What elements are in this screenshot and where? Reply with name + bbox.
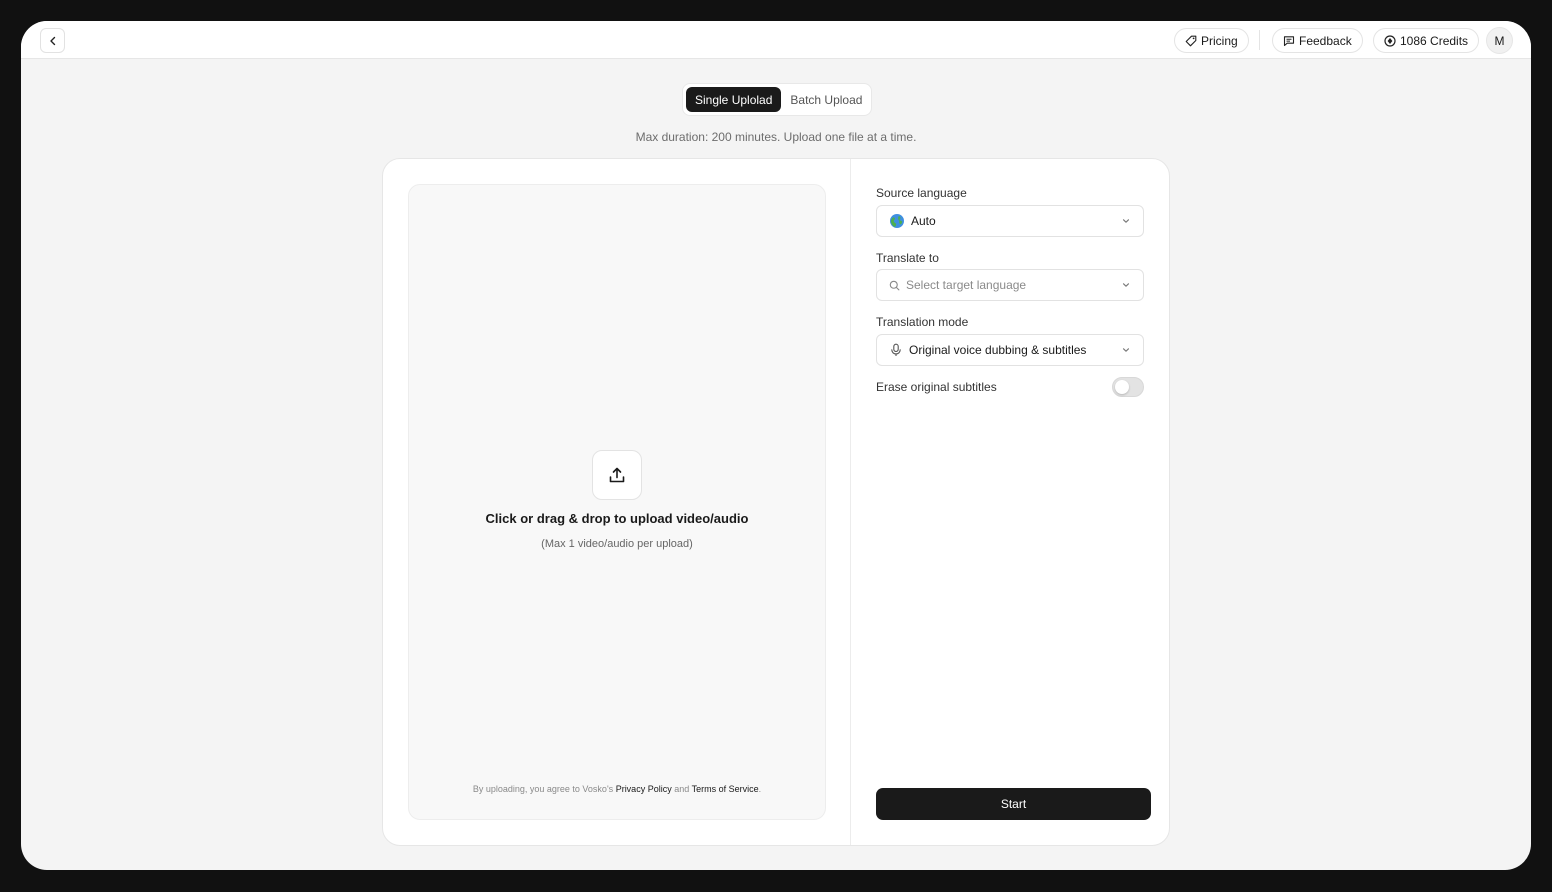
- chevron-down-icon: [1122, 219, 1130, 223]
- translation-mode-value: Original voice dubbing & subtitles: [909, 343, 1087, 357]
- upload-mode-toggle: Single Uplolad Batch Upload: [682, 83, 872, 116]
- credits-button[interactable]: 1086 Credits: [1373, 28, 1480, 53]
- tab-single-upload[interactable]: Single Uplolad: [686, 87, 782, 112]
- upload-icon-box: [592, 450, 642, 500]
- feedback-label: Feedback: [1299, 33, 1352, 48]
- translate-to-select[interactable]: Select target language: [876, 269, 1144, 301]
- legal-prefix: By uploading, you agree to Vosko's: [472, 784, 614, 794]
- toggle-knob: [1115, 380, 1129, 394]
- avatar-initial: M: [1494, 33, 1505, 48]
- upload-card: Click or drag & drop to upload video/aud…: [382, 158, 1170, 846]
- back-button[interactable]: [40, 28, 65, 53]
- start-button[interactable]: Start: [876, 788, 1151, 820]
- coin-icon: [1384, 34, 1396, 47]
- feedback-button[interactable]: Feedback: [1272, 28, 1363, 53]
- message-icon: [1283, 35, 1295, 46]
- topbar-divider: [1259, 30, 1260, 50]
- translate-to-label: Translate to: [876, 251, 939, 265]
- privacy-policy-link[interactable]: Privacy Policy: [616, 784, 672, 794]
- chevron-down-icon: [1122, 348, 1130, 352]
- microphone-icon: [891, 343, 901, 356]
- translation-mode-label: Translation mode: [876, 315, 969, 329]
- terms-of-service-link[interactable]: Terms of Service: [692, 784, 759, 794]
- search-icon: [889, 280, 900, 290]
- erase-subtitles-toggle[interactable]: [1112, 377, 1144, 397]
- upload-subtitle: (Max 1 video/audio per upload): [541, 538, 693, 550]
- upload-title: Click or drag & drop to upload video/aud…: [485, 511, 749, 526]
- upload-dropzone[interactable]: Click or drag & drop to upload video/aud…: [408, 184, 826, 820]
- upload-limit-note: Max duration: 200 minutes. Upload one fi…: [635, 130, 917, 144]
- app-window: Pricing Feedback 1086 Credits M Single U…: [21, 21, 1531, 870]
- legal-text: By uploading, you agree to Vosko's Priva…: [409, 784, 825, 794]
- top-bar: Pricing Feedback 1086 Credits M: [21, 21, 1531, 59]
- translate-to-placeholder: Select target language: [906, 278, 1027, 292]
- card-divider: [850, 159, 851, 845]
- pricing-label: Pricing: [1201, 33, 1238, 48]
- erase-subtitles-label: Erase original subtitles: [876, 380, 997, 394]
- source-language-label: Source language: [876, 186, 967, 200]
- chevron-down-icon: [1122, 283, 1130, 287]
- tag-icon: [1185, 35, 1197, 46]
- tab-batch-upload[interactable]: Batch Upload: [781, 87, 871, 112]
- avatar[interactable]: M: [1486, 27, 1513, 54]
- credits-label: 1086 Credits: [1400, 33, 1469, 48]
- source-language-value: Auto: [911, 214, 936, 228]
- globe-icon: [890, 214, 904, 228]
- legal-suffix: .: [758, 784, 762, 794]
- pricing-button[interactable]: Pricing: [1174, 28, 1249, 53]
- legal-and: and: [674, 784, 690, 794]
- translation-mode-select[interactable]: Original voice dubbing & subtitles: [876, 334, 1144, 366]
- upload-icon: [609, 467, 625, 483]
- chevron-left-icon: [49, 36, 55, 45]
- source-language-select[interactable]: Auto: [876, 205, 1144, 237]
